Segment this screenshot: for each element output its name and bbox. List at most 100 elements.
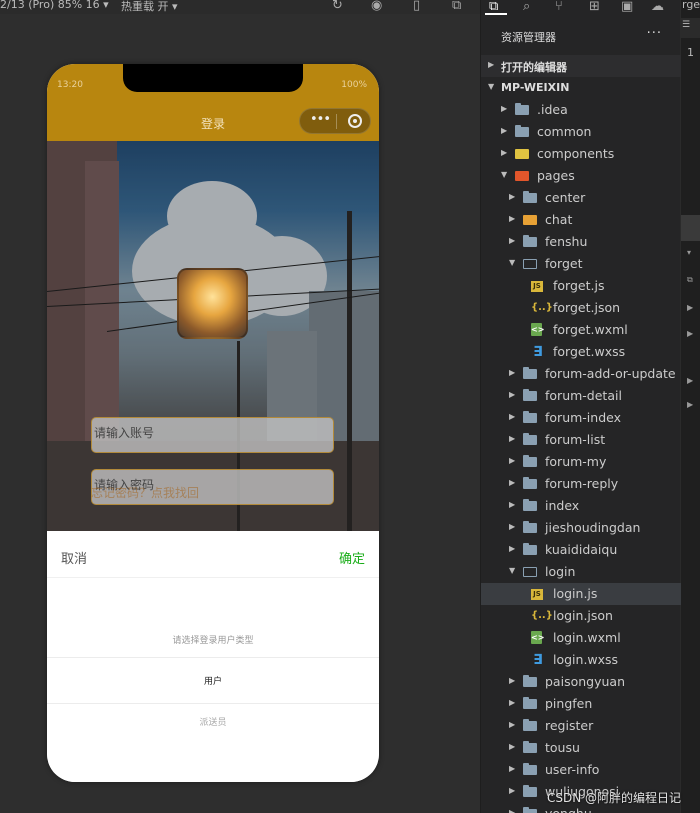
extensions-icon[interactable]: ⊞ (589, 0, 600, 14)
folder-item[interactable]: ▶ jieshoudingdan (481, 517, 681, 539)
folder-item[interactable]: ▶ tousu (481, 737, 681, 759)
file-item[interactable]: {..} forget.json (481, 297, 681, 319)
chevron-right-icon[interactable]: ▶ (501, 126, 507, 135)
phone-icon[interactable]: ▯ (413, 0, 420, 13)
folder-item[interactable]: ▶ user-info (481, 759, 681, 781)
folder-item[interactable]: ▶ forum-reply (481, 473, 681, 495)
folder-icon (523, 697, 537, 709)
chevron-right-icon[interactable]: ▶ (509, 412, 515, 421)
chevron-down-icon[interactable]: ▼ (509, 566, 515, 575)
open-editors-label: 打开的编辑器 (501, 61, 567, 74)
folder-item[interactable]: ▶ fenshu (481, 231, 681, 253)
chevron-right-icon[interactable]: ▶ (509, 676, 515, 685)
chevron-right-icon[interactable]: ▶ (509, 720, 515, 729)
account-input[interactable] (94, 426, 324, 440)
chevron-right-icon[interactable]: ▶ (509, 456, 515, 465)
file-item[interactable]: ∃ login.wxss (481, 649, 681, 671)
chevron-right-icon[interactable]: ▶ (501, 104, 507, 113)
folder-item[interactable]: ▶ paisongyuan (481, 671, 681, 693)
file-item[interactable]: JS forget.js (481, 275, 681, 297)
chevron-down-icon[interactable]: ▼ (501, 170, 507, 179)
folder-item[interactable]: ▶ forum-my (481, 451, 681, 473)
chevron-right-icon[interactable]: ▶ (501, 148, 507, 157)
folder-item[interactable]: ▶ center (481, 187, 681, 209)
chevron-right-icon[interactable]: ▶ (509, 544, 515, 553)
folder-item[interactable]: ▶ forum-index (481, 407, 681, 429)
forgot-password-link[interactable]: 忘记密码？点我找回 (91, 484, 199, 501)
tree-item-label: fenshu (545, 234, 588, 249)
chevron-right-icon[interactable]: ▶ (687, 376, 693, 385)
folder-item[interactable]: ▶ forum-list (481, 429, 681, 451)
explorer-more-button[interactable]: ··· (647, 26, 662, 41)
open-editors-section[interactable]: ▶ 打开的编辑器 (481, 55, 681, 77)
folder-item[interactable]: ▼ forget (481, 253, 681, 275)
picker-confirm-button[interactable]: 确定 (339, 548, 365, 567)
refresh-icon[interactable]: ↻ (332, 0, 343, 13)
chevron-right-icon[interactable]: ▶ (509, 742, 515, 751)
components-folder-icon (515, 149, 529, 159)
files-icon[interactable]: ⧉ (489, 0, 498, 14)
folder-item[interactable]: ▶ common (481, 121, 681, 143)
folder-icon (523, 543, 537, 555)
project-label: MP-WEIXIN (501, 81, 570, 94)
folder-item[interactable]: ▶ pingfen (481, 693, 681, 715)
chevron-right-icon[interactable]: ▶ (509, 192, 515, 201)
more-icon[interactable]: ••• (310, 112, 331, 127)
panel-icon[interactable]: ⧉ (687, 275, 693, 285)
folder-item[interactable]: ▶ index (481, 495, 681, 517)
file-item[interactable]: ∃ forget.wxss (481, 341, 681, 363)
chevron-right-icon[interactable]: ▶ (509, 214, 515, 223)
picker-option-user[interactable]: 用户 (47, 674, 379, 687)
account-field[interactable] (91, 417, 334, 453)
chevron-down-icon[interactable]: ▼ (509, 258, 515, 267)
chevron-right-icon[interactable]: ▶ (509, 764, 515, 773)
chevron-right-icon[interactable]: ▶ (509, 368, 515, 377)
chevron-right-icon[interactable]: ▶ (509, 698, 515, 707)
folder-item[interactable]: ▶ components (481, 143, 681, 165)
chevron-right-icon[interactable]: ▶ (509, 808, 515, 813)
device-selector[interactable]: 2/13 (Pro) 85% 16 ▾ (0, 0, 109, 11)
chevron-right-icon[interactable]: ▶ (509, 522, 515, 531)
project-section[interactable]: ▼ MP-WEIXIN (481, 77, 681, 99)
folder-item[interactable]: ▶ forum-add-or-update (481, 363, 681, 385)
hot-reload-toggle[interactable]: 热重载 开 ▾ (121, 0, 178, 14)
tree-item-label: .idea (537, 102, 568, 117)
folder-item[interactable]: ▶ forum-detail (481, 385, 681, 407)
file-item[interactable]: JS login.js (481, 583, 681, 605)
chevron-right-icon[interactable]: ▶ (687, 303, 693, 312)
tree-item-label: login.json (553, 608, 613, 623)
chevron-right-icon[interactable]: ▶ (509, 786, 515, 795)
search-icon[interactable]: ⌕ (523, 0, 530, 14)
chevron-right-icon[interactable]: ▶ (509, 434, 515, 443)
chevron-right-icon[interactable]: ▶ (687, 329, 693, 338)
folder-item[interactable]: ▶ register (481, 715, 681, 737)
folder-item[interactable]: ▼ pages (481, 165, 681, 187)
file-item[interactable]: <> forget.wxml (481, 319, 681, 341)
file-item[interactable]: <> login.wxml (481, 627, 681, 649)
file-item[interactable]: {..} login.json (481, 605, 681, 627)
activity-tabs: ⧉ ⌕ ⑂ ⊞ ▣ ☁ (481, 0, 681, 15)
window-icon[interactable]: ⧉ (452, 0, 461, 13)
tree-item-label: register (545, 718, 594, 733)
picker-cancel-button[interactable]: 取消 (61, 548, 87, 567)
folder-item[interactable]: ▼ login (481, 561, 681, 583)
dropdown-icon[interactable]: ▾ (687, 248, 691, 257)
folder-item[interactable]: ▶ kuaididaiqu (481, 539, 681, 561)
docker-icon[interactable]: ☁ (651, 0, 664, 14)
source-control-icon[interactable]: ⑂ (555, 0, 563, 14)
chevron-right-icon[interactable]: ▶ (509, 500, 515, 509)
folder-item[interactable]: ▶ chat (481, 209, 681, 231)
chevron-right-icon[interactable]: ▶ (509, 236, 515, 245)
picker-selection-line (47, 703, 379, 704)
chevron-right-icon[interactable]: ▶ (509, 478, 515, 487)
stop-icon[interactable]: ◉ (371, 0, 382, 13)
picker-option-courier[interactable]: 派送员 (47, 715, 379, 728)
close-capsule-icon[interactable] (348, 114, 362, 128)
folder-item[interactable]: ▶ .idea (481, 99, 681, 121)
editor-tab-fragment[interactable]: rge (682, 0, 700, 11)
chevron-right-icon[interactable]: ▶ (509, 390, 515, 399)
tree-item-label: pingfen (545, 696, 593, 711)
chevron-right-icon[interactable]: ▶ (687, 400, 693, 409)
save-icon[interactable]: ▣ (621, 0, 633, 14)
tree-item-label: kuaididaiqu (545, 542, 618, 557)
